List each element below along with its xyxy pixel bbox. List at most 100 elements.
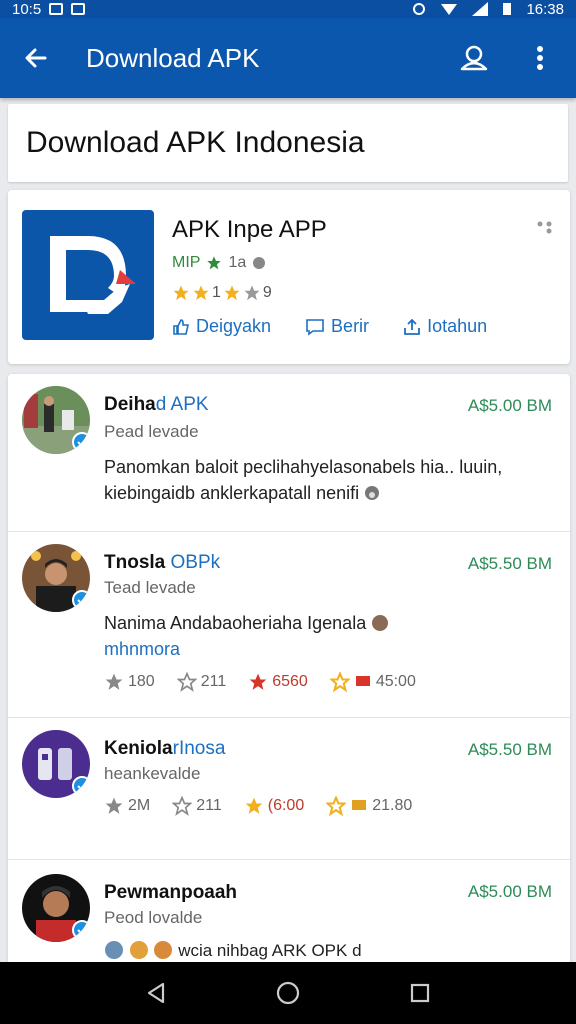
more-vert-icon: [537, 46, 543, 70]
reviewer-name-highlight: d APK: [155, 394, 209, 415]
app-card[interactable]: APK Inpe APP MIP 1a 1 9 Deigyakn Berir I…: [8, 190, 570, 364]
nav-recents-button[interactable]: [400, 973, 440, 1013]
stat-value: 21.80: [372, 797, 413, 814]
review-text-body: wcia nihbag ARK OPK d: [178, 941, 362, 960]
star-icon: [105, 673, 123, 690]
stat-favorites: 211: [172, 796, 222, 816]
emoji-icon: [372, 615, 389, 631]
app-rating: 1 9: [172, 284, 272, 302]
verified-badge-icon: [72, 432, 90, 452]
star-gold-icon: [245, 797, 263, 814]
list-item[interactable]: KeniolarInosa A$5.50 BM heankevalde 2M 2…: [8, 718, 570, 860]
stat-favorites: 211: [176, 672, 227, 692]
star-outline-icon: [172, 796, 193, 816]
review-link[interactable]: mhnmora: [104, 639, 180, 659]
review-text-body: Panomkan baloit peclihahyelasonabels hia…: [104, 457, 503, 503]
wifi-icon: [441, 4, 458, 15]
comment-action-button[interactable]: Berir: [305, 316, 369, 337]
review-price: A$5.50 BM: [467, 740, 552, 759]
app-logo: [22, 210, 154, 340]
status-time-right: 16:38: [526, 0, 564, 18]
review-list: Deihad APK A$5.00 BM Pead levade Panomka…: [8, 374, 570, 974]
verified-badge-icon: [72, 590, 90, 610]
nav-back-button[interactable]: [136, 973, 176, 1013]
triangle-back-icon: [147, 982, 165, 1004]
alarm-icon: [413, 3, 426, 15]
review-stats: 180 211 6560 45:00: [104, 672, 416, 692]
stat-value: 2M: [128, 797, 151, 814]
back-arrow-icon: [25, 48, 47, 68]
flag-icon: [355, 676, 370, 686]
emoji-icon: [365, 486, 380, 500]
review-subtitle: Tead levade: [104, 578, 196, 597]
emoji-icon: [105, 941, 123, 959]
stat-value: 211: [200, 673, 227, 690]
avatar: [22, 730, 90, 798]
stat-value: 45:00: [375, 673, 416, 690]
emoji-icon: [129, 941, 148, 959]
app-meta: MIP 1a: [172, 254, 266, 272]
overflow-menu-button[interactable]: [520, 38, 560, 78]
app-meta-tag: MIP: [172, 254, 201, 271]
review-price: A$5.00 BM: [467, 882, 552, 901]
review-subtitle: Peod lovalde: [104, 908, 203, 927]
circle-home-icon: [276, 981, 300, 1005]
emoji-icon: [154, 941, 173, 959]
flag-icon: [352, 800, 367, 810]
stat-duration: 45:00: [329, 672, 416, 692]
app-card-menu-button[interactable]: [536, 220, 554, 239]
list-item[interactable]: Pewmanpoaah A$5.00 BM Peod lovalde wcia …: [8, 860, 570, 974]
stat-score: (6:00: [244, 796, 304, 816]
award-icon: [329, 672, 350, 692]
app-meta-value: 1a: [228, 254, 247, 271]
account-button[interactable]: [454, 38, 494, 78]
reviewer-name: Deihad APK: [104, 394, 209, 416]
system-nav-bar: [0, 962, 576, 1024]
review-stats: 2M 211 (6:00 21.80: [104, 796, 412, 816]
reviewer-name: KeniolarInosa: [104, 738, 225, 760]
reviewer-name-text: Tnosla: [104, 552, 166, 573]
avatar: [22, 874, 90, 942]
stat-rating: 180: [104, 672, 155, 692]
verified-badge-icon: [72, 776, 90, 796]
star-filled-icon: [224, 285, 240, 301]
game-icon: [71, 3, 86, 15]
app-logo-mark-icon: [50, 236, 136, 314]
share-action-button[interactable]: Iotahun: [403, 316, 487, 337]
reviewer-name: Pewmanpoaah: [104, 882, 238, 903]
review-text-body: Nanima Andabaoheriaha Igenala: [104, 613, 367, 633]
avatar: [22, 544, 90, 612]
thumbs-up-icon: [173, 318, 189, 335]
list-item[interactable]: Tnosla OBPk A$5.50 BM Tead levade Nanima…: [8, 532, 570, 718]
star-filled-icon: [193, 285, 209, 301]
page-header-card: Download APK Indonesia: [8, 104, 568, 182]
stat-value: 211: [196, 797, 222, 814]
star-red-icon: [249, 673, 267, 690]
award-icon: [326, 796, 347, 816]
review-price: A$5.00 BM: [467, 396, 552, 415]
verified-badge-icon: [72, 920, 90, 940]
stat-value: (6:00: [267, 797, 305, 814]
stat-value: 6560: [272, 673, 308, 690]
app-bar: Download APK: [0, 18, 576, 98]
like-action-button[interactable]: Deigyakn: [172, 316, 271, 337]
battery-icon: [503, 3, 512, 15]
reviewer-name-highlight: rInosa: [172, 738, 226, 759]
reviewer-name-text: Keniola: [104, 738, 173, 759]
review-text: Nanima Andabaoheriaha Igenala mhnmora: [104, 610, 560, 662]
star-outline-icon: [176, 672, 197, 692]
review-subtitle: heankevalde: [104, 764, 201, 783]
comment-icon: [306, 318, 324, 336]
nav-home-button[interactable]: [268, 973, 308, 1013]
list-item[interactable]: Deihad APK A$5.00 BM Pead levade Panomka…: [8, 374, 570, 532]
info-icon: [253, 257, 266, 269]
app-bar-title: Download APK: [86, 42, 260, 73]
review-subtitle: Pead levade: [104, 422, 199, 441]
status-time-left: 10:5: [12, 0, 42, 18]
avatar: [22, 386, 90, 454]
review-text: Panomkan baloit peclihahyelasonabels hia…: [104, 454, 560, 506]
user-icon: [460, 45, 488, 71]
review-text: wcia nihbag ARK OPK d: [104, 938, 560, 964]
back-button[interactable]: [16, 38, 56, 78]
star-icon: [105, 797, 123, 814]
